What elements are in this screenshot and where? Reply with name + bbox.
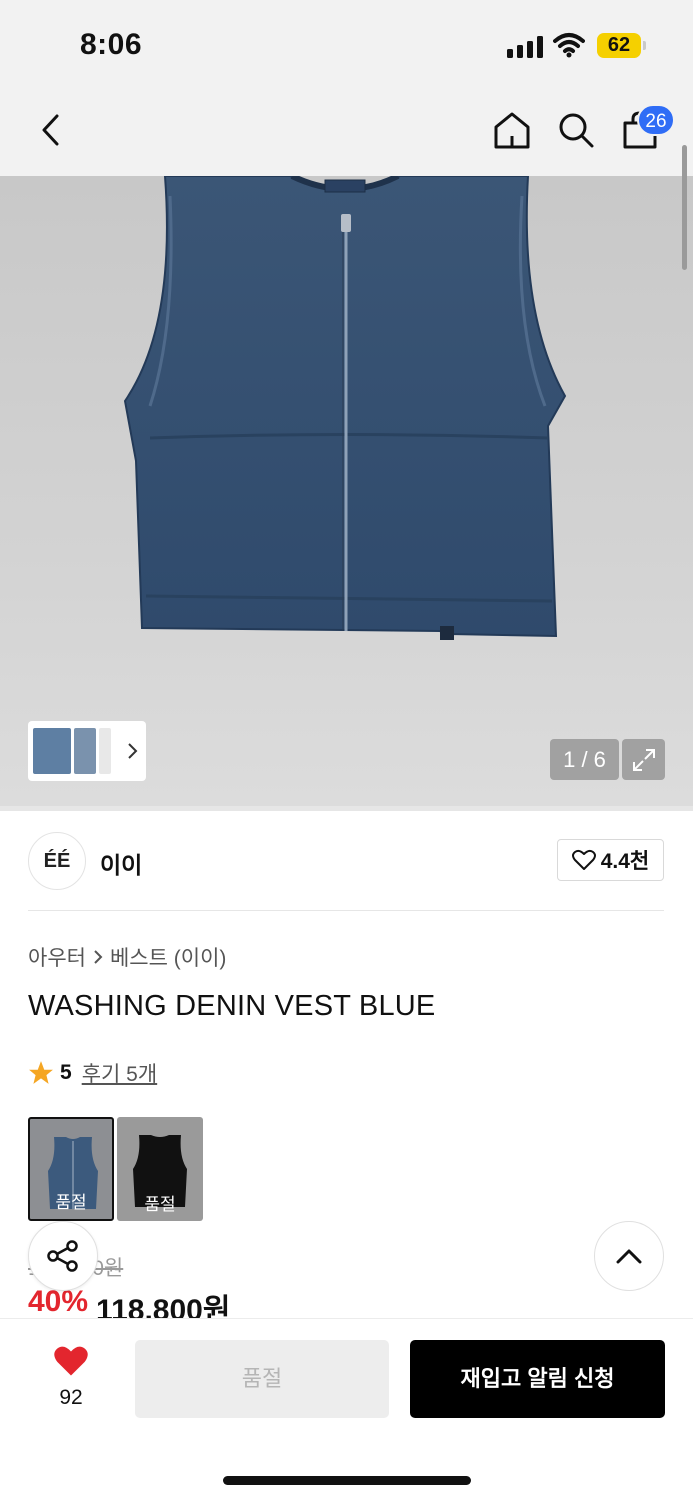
rating-value: 5 <box>60 1061 72 1084</box>
product-image[interactable] <box>0 176 693 806</box>
product-title: WASHING DENIN VEST BLUE <box>28 990 436 1022</box>
breadcrumb-subcategory[interactable]: 베스트 (이이) <box>110 942 226 972</box>
battery-tip <box>643 41 646 50</box>
search-icon <box>559 113 594 148</box>
thumbnail-side[interactable] <box>74 728 96 774</box>
wifi-icon <box>553 32 585 58</box>
breadcrumb: 아우터 베스트 (이이) <box>28 942 226 972</box>
home-button[interactable] <box>490 108 534 152</box>
heart-filled-icon <box>54 1346 88 1376</box>
battery-indicator: 62 <box>597 33 641 58</box>
color-option-black[interactable]: 품절 <box>117 1117 203 1221</box>
rating-row: 5 후기 5개 <box>28 1058 157 1088</box>
chevron-right-icon[interactable] <box>126 742 138 760</box>
brand-like-button[interactable]: 4.4천 <box>557 839 664 881</box>
chevron-left-icon <box>42 114 59 146</box>
brand-logo[interactable]: ÉÉ <box>28 832 86 890</box>
review-link[interactable]: 후기 5개 <box>82 1058 157 1088</box>
product-detail-page: 8:06 62 26 1 / 6 ÉÉ 이이 4.4천 아우터 베스트 (이이)… <box>0 0 693 1500</box>
chevron-right-icon <box>94 950 103 964</box>
image-progress-track <box>0 806 693 811</box>
restock-alert-button[interactable]: 재입고 알림 신청 <box>410 1340 665 1418</box>
share-icon <box>47 1240 78 1272</box>
nav-bar <box>0 90 693 176</box>
scrollbar[interactable] <box>682 145 687 270</box>
back-button[interactable] <box>30 110 70 150</box>
option-soldout-label: 품절 <box>55 1193 87 1212</box>
chevron-up-icon <box>616 1249 642 1264</box>
thumbnail-detail[interactable] <box>99 728 111 774</box>
breadcrumb-category[interactable]: 아우터 <box>28 942 86 972</box>
star-icon <box>29 1061 53 1084</box>
home-indicator <box>223 1476 471 1485</box>
cart-count-badge: 26 <box>637 104 675 136</box>
denim-vest-image <box>123 176 567 640</box>
status-time: 8:06 <box>80 28 143 61</box>
color-option-blue[interactable]: 품절 <box>28 1117 114 1221</box>
share-button[interactable] <box>28 1221 98 1291</box>
scroll-to-top-button[interactable] <box>594 1221 664 1291</box>
expand-icon <box>632 748 655 771</box>
wishlist-count: 92 <box>59 1386 83 1409</box>
soldout-button: 품절 <box>135 1340 389 1418</box>
brand-name[interactable]: 이이 <box>100 846 142 880</box>
thumbnail-front[interactable] <box>33 728 71 774</box>
image-pager: 1 / 6 <box>550 739 619 780</box>
status-bar: 8:06 62 <box>0 0 693 90</box>
heart-outline-icon <box>571 849 596 870</box>
zoom-button[interactable] <box>622 739 665 780</box>
search-button[interactable] <box>554 108 598 152</box>
brand-like-count: 4.4천 <box>600 850 650 873</box>
cellular-signal-icon <box>507 36 543 58</box>
option-soldout-label: 품절 <box>144 1195 176 1214</box>
home-icon <box>494 112 530 149</box>
divider <box>28 910 664 911</box>
